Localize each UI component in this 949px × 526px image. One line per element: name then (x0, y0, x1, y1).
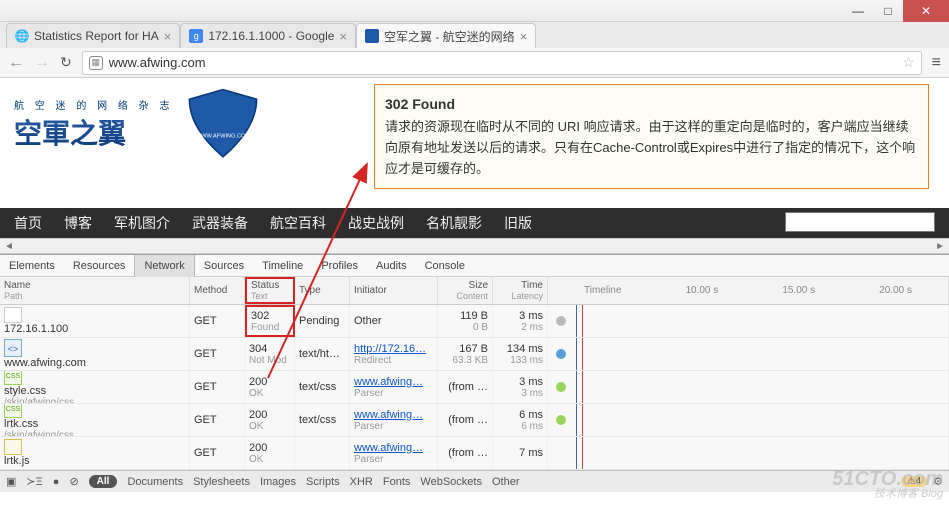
tab-label: Statistics Report for HA (34, 29, 159, 43)
devtools-panel: Elements Resources Network Sources Timel… (0, 254, 949, 492)
browser-tab-strip: 🌐 Statistics Report for HA × g 172.16.1.… (0, 22, 949, 48)
bookmark-star-icon[interactable]: ☆ (902, 54, 915, 71)
devtools-tab-profiles[interactable]: Profiles (312, 255, 367, 277)
tab-label: 空军之翼 - 航空迷的网络 (384, 28, 515, 45)
filter-all[interactable]: All (89, 475, 118, 488)
close-tab-icon[interactable]: × (164, 29, 172, 44)
svg-text:WWW.AFWING.COM: WWW.AFWING.COM (196, 134, 250, 140)
col-initiator[interactable]: Initiator (350, 277, 438, 304)
nav-weapons[interactable]: 武器装备 (192, 213, 248, 233)
col-size[interactable]: SizeContent (438, 277, 493, 304)
devtools-tab-sources[interactable]: Sources (195, 255, 253, 277)
browser-tab-2[interactable]: 空军之翼 - 航空迷的网络 × (356, 23, 536, 48)
window-close-button[interactable]: ✕ (903, 0, 949, 22)
network-row[interactable]: 172.16.1.100GET302FoundPendingOther119 B… (0, 305, 949, 338)
browser-tab-1[interactable]: g 172.16.1.1000 - Google × (180, 23, 356, 48)
col-timeline[interactable]: Timeline10.00 s15.00 s20.00 s (548, 277, 949, 304)
col-name[interactable]: NamePath (0, 277, 190, 304)
globe-icon: 🌐 (15, 29, 29, 43)
col-status[interactable]: StatusText (245, 277, 295, 304)
logo-subtitle: 航 空 迷 的 网 络 杂 志 (14, 97, 173, 112)
filter-websockets[interactable]: WebSockets (420, 476, 482, 488)
devtools-tab-resources[interactable]: Resources (64, 255, 135, 277)
page-viewport: 航 空 迷 的 网 络 杂 志 空軍之翼 WWW.AFWING.COM 302 … (0, 78, 949, 238)
nav-gallery[interactable]: 名机靓影 (426, 213, 482, 233)
forward-button[interactable]: → (34, 54, 50, 72)
site-logo: 航 空 迷 的 网 络 杂 志 空軍之翼 WWW.AFWING.COM (14, 88, 265, 160)
nav-blog[interactable]: 博客 (64, 213, 92, 233)
devtools-tab-network[interactable]: Network (134, 255, 194, 277)
filter-images[interactable]: Images (260, 476, 296, 488)
devtools-tab-bar: Elements Resources Network Sources Timel… (0, 255, 949, 277)
tab-label: 172.16.1.1000 - Google (208, 29, 334, 43)
nav-legacy[interactable]: 旧版 (504, 213, 532, 233)
nav-aircraft[interactable]: 军机图介 (114, 213, 170, 233)
close-tab-icon[interactable]: × (339, 29, 347, 44)
filter-fonts[interactable]: Fonts (383, 476, 411, 488)
tooltip-body: 请求的资源现在临时从不同的 URI 响应请求。由于这样的重定向是临时的，客户端应… (385, 117, 918, 179)
back-button[interactable]: ← (8, 54, 24, 72)
drawer-icon[interactable]: ≻Ξ (26, 475, 42, 488)
filter-other[interactable]: Other (492, 476, 520, 488)
shield-logo-icon: WWW.AFWING.COM (181, 88, 265, 160)
nav-history[interactable]: 战史战例 (348, 213, 404, 233)
tooltip-title: 302 Found (385, 93, 918, 115)
console-toggle-icon[interactable]: ▣ (6, 475, 16, 488)
warning-badge[interactable]: ⚠4 (901, 476, 928, 487)
omnibox[interactable]: ▦ ☆ (82, 51, 922, 75)
url-input[interactable] (109, 55, 896, 70)
window-maximize-button[interactable]: □ (873, 0, 903, 22)
settings-gear-icon[interactable]: ⚙ (933, 475, 943, 488)
reload-button[interactable]: ↻ (60, 54, 72, 71)
close-tab-icon[interactable]: × (520, 29, 528, 44)
col-time[interactable]: TimeLatency (493, 277, 548, 304)
browser-menu-button[interactable]: ≡ (932, 54, 941, 72)
devtools-footer: ▣ ≻Ξ ● ⊘ All Documents Stylesheets Image… (0, 470, 949, 492)
filter-xhr[interactable]: XHR (350, 476, 373, 488)
window-titlebar: — □ ✕ (0, 0, 949, 22)
browser-tab-0[interactable]: 🌐 Statistics Report for HA × (6, 23, 180, 48)
col-method[interactable]: Method (190, 277, 245, 304)
logo-title: 空軍之翼 (14, 112, 173, 152)
record-icon[interactable]: ● (53, 476, 60, 488)
site-nav: 首页 博客 军机图介 武器装备 航空百科 战史战例 名机靓影 旧版 (0, 208, 949, 238)
filter-scripts[interactable]: Scripts (306, 476, 340, 488)
nav-home[interactable]: 首页 (14, 213, 42, 233)
page-icon: ▦ (89, 56, 103, 70)
col-type[interactable]: Type (295, 277, 350, 304)
site-icon (365, 29, 379, 43)
horizontal-scrollbar[interactable]: ◄► (0, 238, 949, 254)
network-table-header: NamePath Method StatusText Type Initiato… (0, 277, 949, 305)
browser-nav-bar: ← → ↻ ▦ ☆ ≡ (0, 48, 949, 78)
devtools-tab-console[interactable]: Console (416, 255, 474, 277)
network-row[interactable]: <>www.afwing.comGET304Not Modtext/ht…htt… (0, 338, 949, 371)
site-search-input[interactable] (785, 212, 935, 232)
devtools-tab-timeline[interactable]: Timeline (253, 255, 312, 277)
nav-encyclopedia[interactable]: 航空百科 (270, 213, 326, 233)
status-tooltip: 302 Found 请求的资源现在临时从不同的 URI 响应请求。由于这样的重定… (374, 84, 929, 189)
clear-icon[interactable]: ⊘ (69, 475, 78, 488)
devtools-tab-elements[interactable]: Elements (0, 255, 64, 277)
network-row[interactable]: CSSstyle.css/skin/afwing/cssGET200OKtext… (0, 371, 949, 404)
network-row[interactable]: lrtk.jsGET200OKwww.afwing…Parser(from …7… (0, 437, 949, 470)
network-row[interactable]: CSSlrtk.css/skin/afwing/cssGET200OKtext/… (0, 404, 949, 437)
network-rows: 172.16.1.100GET302FoundPendingOther119 B… (0, 305, 949, 470)
filter-documents[interactable]: Documents (127, 476, 183, 488)
filter-stylesheets[interactable]: Stylesheets (193, 476, 250, 488)
google-icon: g (189, 29, 203, 43)
window-minimize-button[interactable]: — (843, 0, 873, 22)
devtools-tab-audits[interactable]: Audits (367, 255, 416, 277)
